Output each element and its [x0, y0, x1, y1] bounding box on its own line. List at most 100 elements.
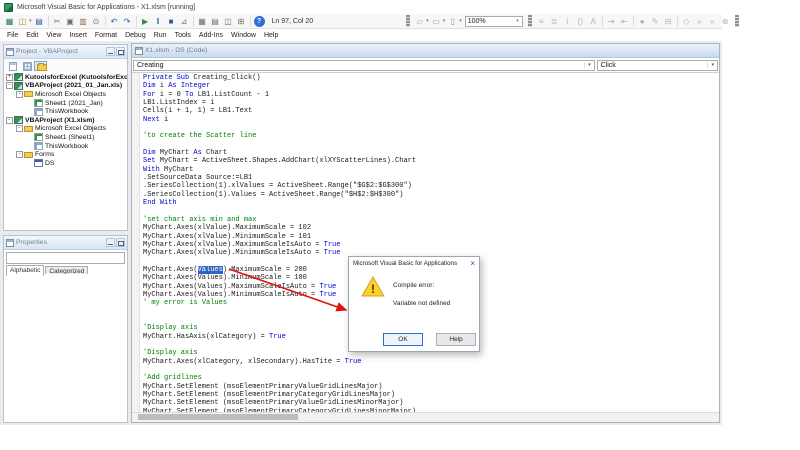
view-object-button[interactable] — [20, 61, 33, 71]
code-line[interactable]: For i = 0 To LB1.ListCount - 1 — [143, 91, 719, 99]
properties-panel-titlebar[interactable]: Properties — [4, 236, 127, 250]
properties-list[interactable] — [4, 274, 127, 422]
menu-tools[interactable]: Tools — [171, 32, 195, 39]
properties-minimize-button[interactable] — [106, 238, 115, 247]
menu-insert[interactable]: Insert — [65, 32, 91, 39]
expand-icon[interactable]: + — [6, 74, 13, 81]
list-properties-icon[interactable]: ≡ — [536, 16, 547, 27]
quick-info-icon[interactable]: i — [562, 16, 573, 27]
paste-icon[interactable]: ▥ — [78, 16, 89, 27]
view-code-button[interactable] — [6, 61, 19, 71]
code-line[interactable]: .SetSourceData Source:=LB1 — [143, 174, 719, 182]
horizontal-scrollbar[interactable] — [132, 412, 719, 422]
toolbar-grip[interactable] — [406, 15, 410, 27]
insert-userform-icon[interactable]: ◫ — [17, 16, 28, 27]
project-float-button[interactable] — [116, 47, 125, 56]
redo-icon[interactable]: ↷ — [122, 16, 133, 27]
dropdown-button-2-caret[interactable]: ▾ — [443, 18, 446, 24]
cut-icon[interactable]: ✂ — [52, 16, 63, 27]
code-window-titlebar[interactable]: X1.xlsm - DS (Code) — [132, 44, 719, 58]
code-line[interactable]: MyChart.Axes(xlValue).MaximumScaleIsAuto… — [143, 241, 719, 249]
dropdown-button-1-caret[interactable]: ▾ — [426, 18, 429, 24]
chevron-down-icon[interactable]: ▾ — [707, 62, 714, 68]
tree-item-forms[interactable]: -Forms — [4, 150, 127, 159]
project-minimize-button[interactable] — [106, 47, 115, 56]
menu-window[interactable]: Window — [227, 32, 260, 39]
parameter-info-icon[interactable]: () — [575, 16, 586, 27]
menu-edit[interactable]: Edit — [22, 32, 42, 39]
code-line[interactable]: LB1.ListIndex = i — [143, 99, 719, 107]
collapse-icon[interactable]: - — [6, 117, 13, 124]
tree-item-ds[interactable]: DS — [4, 159, 127, 168]
properties-window-icon[interactable]: ▤ — [210, 16, 221, 27]
chevron-down-icon[interactable]: ▾ — [516, 18, 519, 24]
code-line[interactable]: MyChart.Axes(xlCategory, xlSecondary).Ha… — [143, 358, 719, 366]
toolbar-grip[interactable] — [735, 15, 739, 27]
code-line[interactable] — [143, 366, 719, 374]
tree-item-vbaproject-x1-xlsm[interactable]: -VBAProject (X1.xlsm) — [4, 116, 127, 125]
code-line[interactable]: 'Add gridlines — [143, 374, 719, 382]
toggle-bookmark-icon[interactable]: ◇ — [681, 16, 692, 27]
code-line[interactable]: MyChart.Axes(xlValue).MinimumScale = 101 — [143, 233, 719, 241]
project-tree[interactable]: +KutoolsforExcel (KutoolsforExcel.xla -VB… — [4, 71, 127, 230]
code-line[interactable]: Cells(i + 1, 1) = LB1.Text — [143, 107, 719, 115]
code-line[interactable]: Next i — [143, 116, 719, 124]
menu-view[interactable]: View — [42, 32, 65, 39]
code-line[interactable]: Dim MyChart As Chart — [143, 149, 719, 157]
next-bookmark-icon[interactable]: » — [694, 16, 705, 27]
menu-debug[interactable]: Debug — [121, 32, 150, 39]
list-constants-icon[interactable]: ≣ — [549, 16, 560, 27]
code-line[interactable]: Private Sub Creating_Click() — [143, 74, 719, 82]
code-line[interactable]: MyChart.SetElement (msoElementPrimaryCat… — [143, 391, 719, 399]
scrollbar-thumb[interactable] — [138, 414, 298, 420]
code-line[interactable]: 'to create the Scatter line — [143, 132, 719, 140]
toggle-breakpoint-icon[interactable]: ● — [637, 16, 648, 27]
properties-float-button[interactable] — [116, 238, 125, 247]
dropdown-button-2[interactable]: ▭ — [431, 16, 442, 27]
tree-item-microsoft-excel-objects[interactable]: -Microsoft Excel Objects — [4, 125, 127, 134]
toggle-folders-button[interactable] — [34, 61, 47, 71]
save-icon[interactable]: ▤ — [34, 16, 45, 27]
code-line[interactable] — [143, 141, 719, 149]
collapse-icon[interactable]: - — [16, 125, 23, 132]
zoom-combo[interactable]: 100%▾ — [465, 16, 523, 27]
chevron-down-icon[interactable]: ▾ — [584, 62, 591, 68]
outdent-icon[interactable]: ⇤ — [619, 16, 630, 27]
code-line[interactable]: With MyChart — [143, 166, 719, 174]
code-line[interactable]: MyChart.Axes(xlValue).MaximumScale = 102 — [143, 224, 719, 232]
margin-indicator-bar[interactable] — [132, 73, 140, 413]
find-icon[interactable]: ⊙ — [91, 16, 102, 27]
toolbox-icon[interactable]: ⊞ — [236, 16, 247, 27]
code-line[interactable]: MyChart.SetElement (msoElementPrimaryVal… — [143, 383, 719, 391]
tree-item-thisworkbook[interactable]: ThisWorkbook — [4, 142, 127, 151]
procedure-dropdown[interactable]: Click ▾ — [597, 60, 718, 71]
design-mode-icon[interactable]: ⊿ — [179, 16, 190, 27]
project-explorer-icon[interactable]: ▦ — [197, 16, 208, 27]
menu-file[interactable]: File — [3, 32, 22, 39]
dropdown-button-3-caret[interactable]: ▾ — [459, 18, 462, 24]
help-button[interactable]: Help — [436, 333, 476, 346]
break-icon[interactable]: ‖ — [153, 16, 164, 27]
menu-add-ins[interactable]: Add-Ins — [195, 32, 227, 39]
collapse-icon[interactable]: - — [16, 91, 23, 98]
code-line[interactable]: Dim i As Integer — [143, 82, 719, 90]
tree-item-microsoft-excel-objects[interactable]: -Microsoft Excel Objects — [4, 90, 127, 99]
code-line[interactable]: 'set chart axis min and max — [143, 216, 719, 224]
dropdown-button-3[interactable]: ▯ — [447, 16, 458, 27]
code-line[interactable]: .SeriesCollection(1).xlValues = ActiveSh… — [143, 182, 719, 190]
properties-object-combo[interactable] — [6, 252, 125, 264]
project-panel-titlebar[interactable]: Project - VBAProject — [4, 45, 127, 59]
clear-bookmarks-icon[interactable]: ⊗ — [720, 16, 731, 27]
tree-item-thisworkbook[interactable]: ThisWorkbook — [4, 107, 127, 116]
code-line[interactable]: End With — [143, 199, 719, 207]
comment-block-icon[interactable]: ✎ — [650, 16, 661, 27]
close-icon[interactable]: × — [468, 259, 475, 269]
tab-alphabetic[interactable]: Alphabetic — [6, 265, 44, 276]
insert-userform-icon-caret[interactable]: ▾ — [29, 18, 32, 24]
dialog-titlebar[interactable]: Microsoft Visual Basic for Applications … — [349, 257, 479, 270]
help-icon[interactable]: ? — [254, 16, 265, 27]
code-line[interactable]: MyChart.SetElement (msoElementPrimaryVal… — [143, 399, 719, 407]
tree-item-kutoolsforexcel-kutoolsforexcel-xla[interactable]: +KutoolsforExcel (KutoolsforExcel.xla — [4, 73, 127, 82]
collapse-icon[interactable]: - — [16, 151, 23, 158]
code-editor[interactable]: Private Sub Creating_Click()Dim i As Int… — [132, 73, 719, 413]
